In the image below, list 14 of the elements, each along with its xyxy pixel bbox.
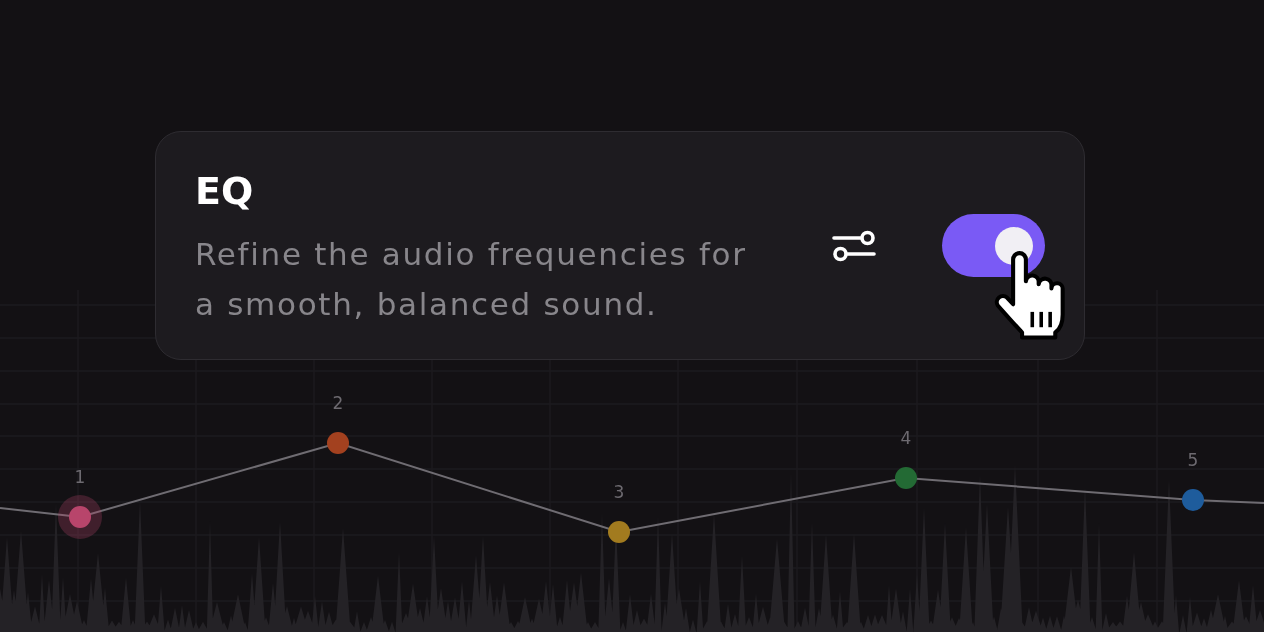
eq-node-handle[interactable] xyxy=(1182,489,1204,511)
settings-icon[interactable] xyxy=(832,229,876,262)
eq-node-handle[interactable] xyxy=(327,432,349,454)
card-description: Refine the audio frequencies for a smooth, balanced sound. xyxy=(195,235,748,324)
toggle-switch[interactable] xyxy=(942,214,1045,277)
node-label: 2 xyxy=(332,393,344,413)
card-title: EQ xyxy=(195,168,255,214)
eq-node-handle[interactable] xyxy=(608,521,630,543)
eq-node-handle[interactable] xyxy=(58,495,102,539)
node-label: 4 xyxy=(900,428,912,448)
node-label: 5 xyxy=(1187,450,1199,470)
node-label: 1 xyxy=(74,467,86,487)
node-label: 3 xyxy=(613,482,625,502)
eq-node-handle[interactable] xyxy=(895,467,917,489)
